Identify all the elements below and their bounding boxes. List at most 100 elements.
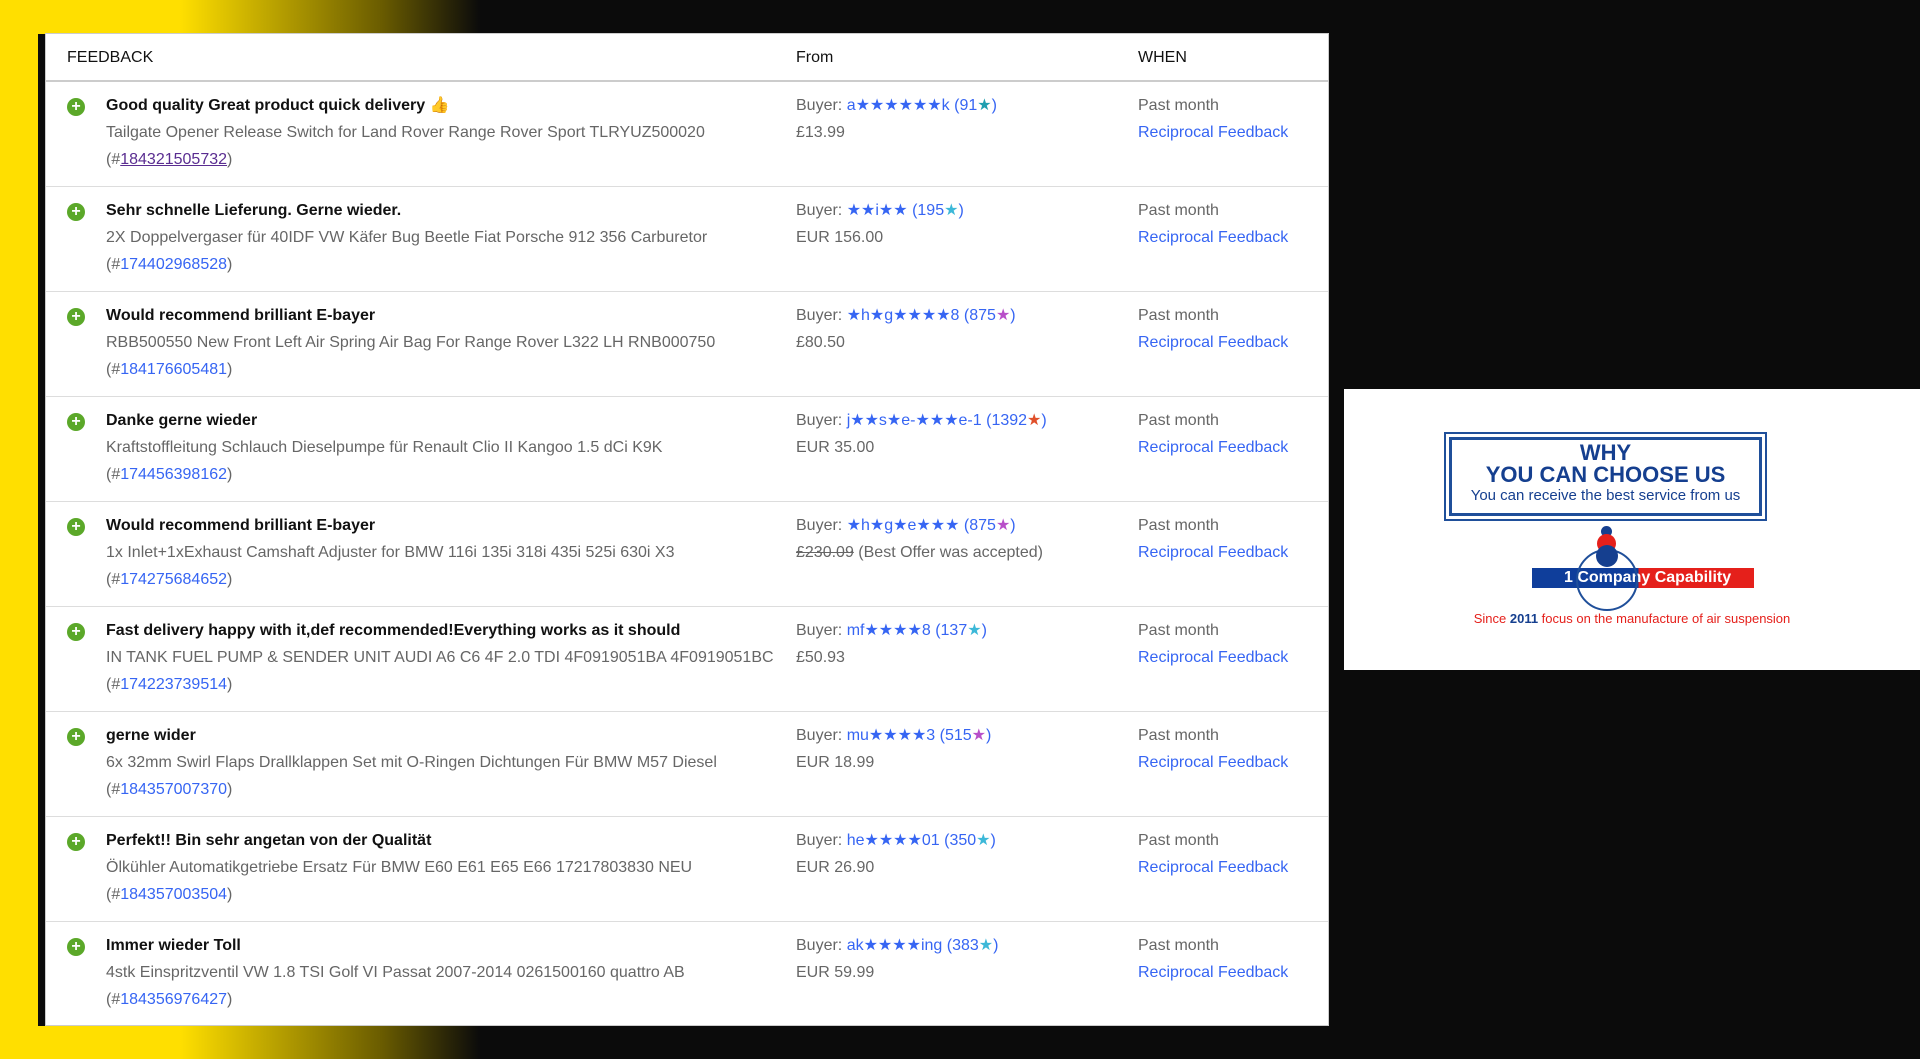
reciprocal-feedback-link[interactable]: Reciprocal Feedback [1138, 649, 1288, 666]
table-header: FEEDBACK From WHEN [46, 34, 1328, 82]
buyer-link[interactable]: ak★★★★ing [847, 937, 943, 954]
feedback-star-icon: ★ [995, 307, 1011, 324]
positive-feedback-icon: + [67, 518, 85, 536]
item-title: 4stk Einspritzventil VW 1.8 TSI Golf VI … [106, 964, 685, 981]
positive-feedback-icon: + [67, 308, 85, 326]
feedback-text: gerne wider [106, 727, 196, 744]
buyer-label: Buyer: [796, 727, 847, 744]
item-title: 6x 32mm Swirl Flaps Drallklappen Set mit… [106, 754, 717, 771]
buyer-link[interactable]: he★★★★01 [847, 832, 940, 849]
item-title: Tailgate Opener Release Switch for Land … [106, 124, 705, 141]
when-text: Past month [1138, 97, 1219, 114]
feedback-star-icon: ★ [977, 97, 992, 114]
feedback-score-link[interactable]: (350★) [944, 832, 996, 849]
feedback-star-icon: ★ [971, 727, 987, 744]
positive-feedback-icon: + [67, 938, 85, 956]
table-row: + gerne wider 6x 32mm Swirl Flaps Drallk… [46, 712, 1328, 817]
item-number-link[interactable]: 184176605481 [120, 361, 227, 378]
reciprocal-feedback-link[interactable]: Reciprocal Feedback [1138, 439, 1288, 456]
reciprocal-feedback-link[interactable]: Reciprocal Feedback [1138, 124, 1288, 141]
table-row: + Sehr schnelle Lieferung. Gerne wieder.… [46, 187, 1328, 292]
when-text: Past month [1138, 517, 1219, 534]
reciprocal-feedback-link[interactable]: Reciprocal Feedback [1138, 964, 1288, 981]
item-number-link[interactable]: 184357003504 [120, 886, 227, 903]
item-number-link[interactable]: 174275684652 [120, 571, 227, 588]
buyer-label: Buyer: [796, 307, 847, 324]
buyer-link[interactable]: mu★★★★3 [847, 727, 936, 744]
buyer-link[interactable]: j★★s★e-★★★e-1 [847, 412, 982, 429]
feedback-score-link[interactable]: (1392★) [986, 412, 1047, 429]
feedback-score-link[interactable]: (515★) [940, 727, 992, 744]
item-number-link[interactable]: 184357007370 [120, 781, 227, 798]
item-number-link[interactable]: 174402968528 [120, 256, 227, 273]
price: EUR 59.99 [796, 964, 875, 981]
item-title: 2X Doppelvergaser für 40IDF VW Käfer Bug… [106, 229, 708, 246]
feedback-star-icon: ★ [944, 202, 959, 219]
table-row: + Perfekt!! Bin sehr angetan von der Qua… [46, 817, 1328, 922]
yellow-border [0, 0, 38, 1059]
table-row: + Would recommend brilliant E-bayer 1x I… [46, 502, 1328, 607]
feedback-star-icon: ★ [1027, 412, 1042, 429]
since-suffix: focus on the manufacture of air suspensi… [1538, 611, 1791, 626]
dot-graphic [1596, 545, 1618, 567]
feedback-star-icon: ★ [995, 517, 1011, 534]
when-text: Past month [1138, 622, 1219, 639]
item-number-link[interactable]: 184356976427 [120, 991, 227, 1008]
buyer-label: Buyer: [796, 622, 847, 639]
reciprocal-feedback-link[interactable]: Reciprocal Feedback [1138, 229, 1288, 246]
item-number-link[interactable]: 174223739514 [120, 676, 227, 693]
feedback-text: Perfekt!! Bin sehr angetan von der Quali… [106, 832, 432, 849]
table-row: + Fast delivery happy with it,def recomm… [46, 607, 1328, 712]
feedback-score-link[interactable]: (137★) [935, 622, 987, 639]
price: EUR 156.00 [796, 229, 884, 246]
feedback-star-icon: ★ [978, 937, 994, 954]
feedback-score-link[interactable]: (875★) [964, 517, 1016, 534]
buyer-link[interactable]: mf★★★★8 [847, 622, 931, 639]
feedback-score-link[interactable]: (91★) [954, 97, 997, 114]
since-year: 2011 [1509, 611, 1539, 626]
price: £50.93 [796, 649, 845, 666]
feedback-text: Sehr schnelle Lieferung. Gerne wieder. [106, 202, 402, 219]
since-text: Since 2011 focus on the manufacture of a… [1344, 611, 1920, 626]
reciprocal-feedback-link[interactable]: Reciprocal Feedback [1138, 544, 1288, 561]
reciprocal-feedback-link[interactable]: Reciprocal Feedback [1138, 334, 1288, 351]
reciprocal-feedback-link[interactable]: Reciprocal Feedback [1138, 859, 1288, 876]
capability-bar: 1 Company Capability [1532, 568, 1754, 588]
why-box: WHY YOU CAN CHOOSE US You can receive th… [1444, 432, 1767, 521]
reciprocal-feedback-link[interactable]: Reciprocal Feedback [1138, 754, 1288, 771]
when-text: Past month [1138, 832, 1219, 849]
buyer-link[interactable]: ★★i★★ [847, 202, 908, 219]
header-from: From [796, 49, 834, 66]
buyer-label: Buyer: [796, 97, 847, 114]
item-number-link[interactable]: 184321505732 [120, 151, 227, 168]
when-text: Past month [1138, 307, 1219, 324]
positive-feedback-icon: + [67, 728, 85, 746]
feedback-score-link[interactable]: (383★) [947, 937, 999, 954]
table-row: + Danke gerne wieder Kraftstoffleitung S… [46, 397, 1328, 502]
when-text: Past month [1138, 727, 1219, 744]
positive-feedback-icon: + [67, 203, 85, 221]
since-prefix: Since [1473, 611, 1510, 626]
when-text: Past month [1138, 202, 1219, 219]
buyer-label: Buyer: [796, 937, 847, 954]
feedback-score-link[interactable]: (875★) [964, 307, 1016, 324]
buyer-link[interactable]: a★★★★★★k [847, 97, 950, 114]
item-title: 1x Inlet+1xExhaust Camshaft Adjuster for… [106, 544, 675, 561]
buyer-link[interactable]: ★h★g★★★★8 [847, 307, 960, 324]
table-row: + Good quality Great product quick deliv… [46, 82, 1328, 187]
buyer-label: Buyer: [796, 202, 847, 219]
why-subtitle: You can receive the best service from us [1470, 487, 1741, 504]
feedback-score-link[interactable]: (195★) [912, 202, 964, 219]
feedback-table: FEEDBACK From WHEN + Good quality Great … [45, 33, 1329, 1026]
item-title: RBB500550 New Front Left Air Spring Air … [106, 334, 716, 351]
positive-feedback-icon: + [67, 413, 85, 431]
positive-feedback-icon: + [67, 98, 85, 116]
buyer-link[interactable]: ★h★g★e★★★ [847, 517, 960, 534]
table-row: + Immer wieder Toll 4stk Einspritzventil… [46, 922, 1328, 1025]
why-title: WHY [1579, 440, 1632, 465]
price: £80.50 [796, 334, 845, 351]
bottom-gradient-band [0, 1026, 1920, 1059]
item-number-link[interactable]: 174456398162 [120, 466, 227, 483]
buyer-label: Buyer: [796, 832, 847, 849]
top-gradient-band [0, 0, 1920, 34]
